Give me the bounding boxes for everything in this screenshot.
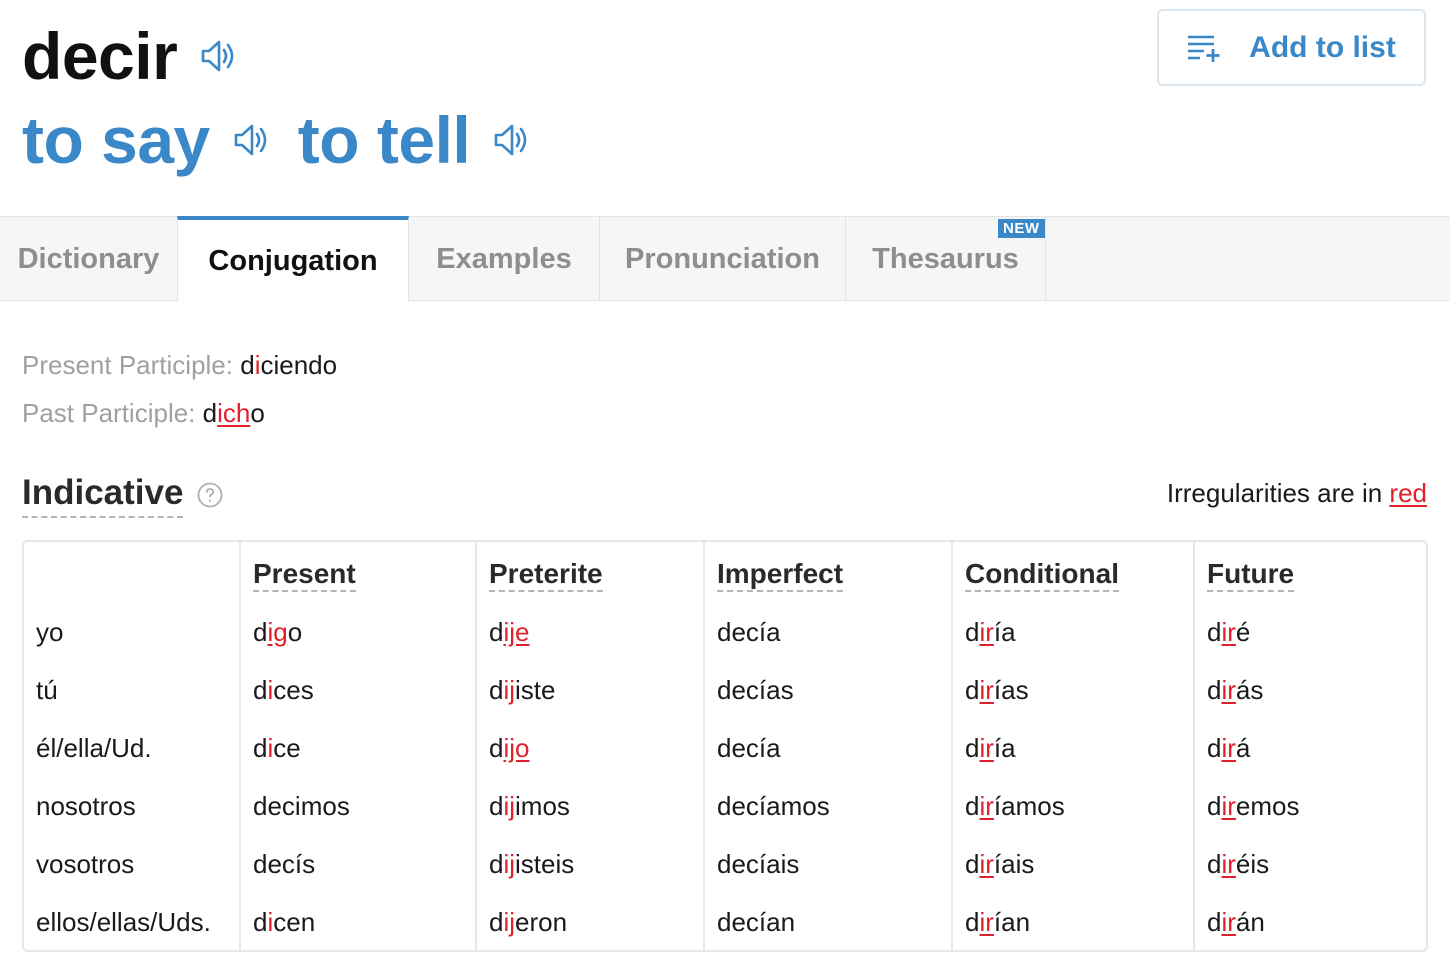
conjugation-cell[interactable]: dijeron <box>489 907 567 938</box>
translation-item: to say <box>22 102 270 178</box>
headword: decir <box>22 19 178 93</box>
tab-conjugation[interactable]: Conjugation <box>177 216 409 302</box>
legend-text: Irregularities are in <box>1166 478 1383 508</box>
conjugation-cell[interactable]: dijisteis <box>489 849 574 880</box>
present-participle-label: Present Participle: <box>22 350 233 380</box>
speaker-icon[interactable] <box>197 36 237 76</box>
conjugation-cell[interactable]: dijimos <box>489 791 570 822</box>
pronoun-cell: vosotros <box>36 849 135 879</box>
column-divider <box>1193 542 1195 950</box>
column-header-present[interactable]: Present <box>253 558 356 592</box>
tab-bar: Dictionary Conjugation Examples Pronunci… <box>0 216 1450 302</box>
pronoun-cell: tú <box>36 675 58 705</box>
column-divider <box>951 542 953 950</box>
tab-pronunciation[interactable]: Pronunciation <box>600 217 846 301</box>
translation-link[interactable]: to say <box>22 102 210 178</box>
conjugation-cell[interactable]: dirá <box>1207 733 1250 764</box>
conjugation-cell[interactable]: diría <box>965 617 1016 648</box>
speaker-icon[interactable] <box>490 120 530 160</box>
pronoun-cell: nosotros <box>36 791 136 821</box>
conjugation-cell[interactable]: diréis <box>1207 849 1269 880</box>
conjugation-cell[interactable]: decíamos <box>717 791 830 822</box>
conjugation-cell[interactable]: decían <box>717 907 795 938</box>
conjugation-cell[interactable]: diría <box>965 733 1016 764</box>
add-to-list-button[interactable]: Add to list <box>1157 9 1426 86</box>
indicative-title[interactable]: Indicative <box>22 473 184 518</box>
present-participle: Present Participle: diciendo <box>22 350 337 381</box>
present-participle-value: diciendo <box>240 350 338 380</box>
conjugation-cell[interactable]: decías <box>717 675 794 706</box>
conjugation-cell[interactable]: digo <box>253 617 302 648</box>
conjugation-cell[interactable]: dices <box>253 675 314 706</box>
conjugation-cell[interactable]: dirías <box>965 675 1029 706</box>
column-header-conditional[interactable]: Conditional <box>965 558 1119 592</box>
tab-examples[interactable]: Examples <box>409 217 600 301</box>
column-divider <box>703 542 705 950</box>
new-badge: NEW <box>998 219 1045 238</box>
conjugation-cell[interactable]: dirás <box>1207 675 1263 706</box>
conjugation-cell[interactable]: dirán <box>1207 907 1265 938</box>
add-to-list-label: Add to list <box>1249 30 1396 64</box>
headword-row: decir <box>22 14 237 98</box>
indicative-heading: Indicative <box>22 472 223 518</box>
column-header-preterite[interactable]: Preterite <box>489 558 603 592</box>
pronoun-cell: él/ella/Ud. <box>36 733 152 763</box>
word-header: decir to say to tell Add to list <box>0 0 1450 216</box>
playlist-add-icon <box>1188 35 1220 62</box>
conjugation-cell[interactable]: decimos <box>253 791 350 822</box>
translation-link[interactable]: to tell <box>298 102 471 178</box>
conjugation-cell[interactable]: diremos <box>1207 791 1299 822</box>
conjugation-cell[interactable]: decía <box>717 617 781 648</box>
question-circle-icon[interactable] <box>197 482 223 508</box>
conjugation-cell[interactable]: decíais <box>717 849 799 880</box>
column-header-future[interactable]: Future <box>1207 558 1295 592</box>
translations-row: to say to tell <box>22 100 558 180</box>
column-divider <box>475 542 477 950</box>
conjugation-table: Present Preterite Imperfect Conditional … <box>22 540 1428 952</box>
conjugation-cell[interactable]: dirían <box>965 907 1030 938</box>
legend-red: red <box>1389 478 1427 508</box>
conjugation-cell[interactable]: dijiste <box>489 675 556 706</box>
conjugation-cell[interactable]: decía <box>717 733 781 764</box>
conjugation-cell[interactable]: decís <box>253 849 315 880</box>
tab-dictionary[interactable]: Dictionary <box>0 217 178 301</box>
conjugation-cell[interactable]: dicen <box>253 907 315 938</box>
conjugation-cell[interactable]: diríamos <box>965 791 1065 822</box>
conjugation-cell[interactable]: diré <box>1207 617 1250 648</box>
conjugation-cell[interactable]: diríais <box>965 849 1034 880</box>
pronoun-cell: yo <box>36 617 64 647</box>
column-header-imperfect[interactable]: Imperfect <box>717 558 844 592</box>
irregularity-legend: Irregularities are in red <box>1167 478 1427 509</box>
column-divider <box>239 542 241 950</box>
conjugation-cell[interactable]: dijo <box>489 733 529 764</box>
speaker-icon[interactable] <box>230 120 270 160</box>
pronoun-cell: ellos/ellas/Uds. <box>36 907 211 937</box>
past-participle: Past Participle: dicho <box>22 398 265 429</box>
past-participle-value: dicho <box>202 398 265 428</box>
conjugation-cell[interactable]: dice <box>253 733 301 764</box>
translation-item: to tell <box>298 102 531 178</box>
conjugation-cell[interactable]: dije <box>489 617 529 648</box>
past-participle-label: Past Participle: <box>22 398 196 428</box>
